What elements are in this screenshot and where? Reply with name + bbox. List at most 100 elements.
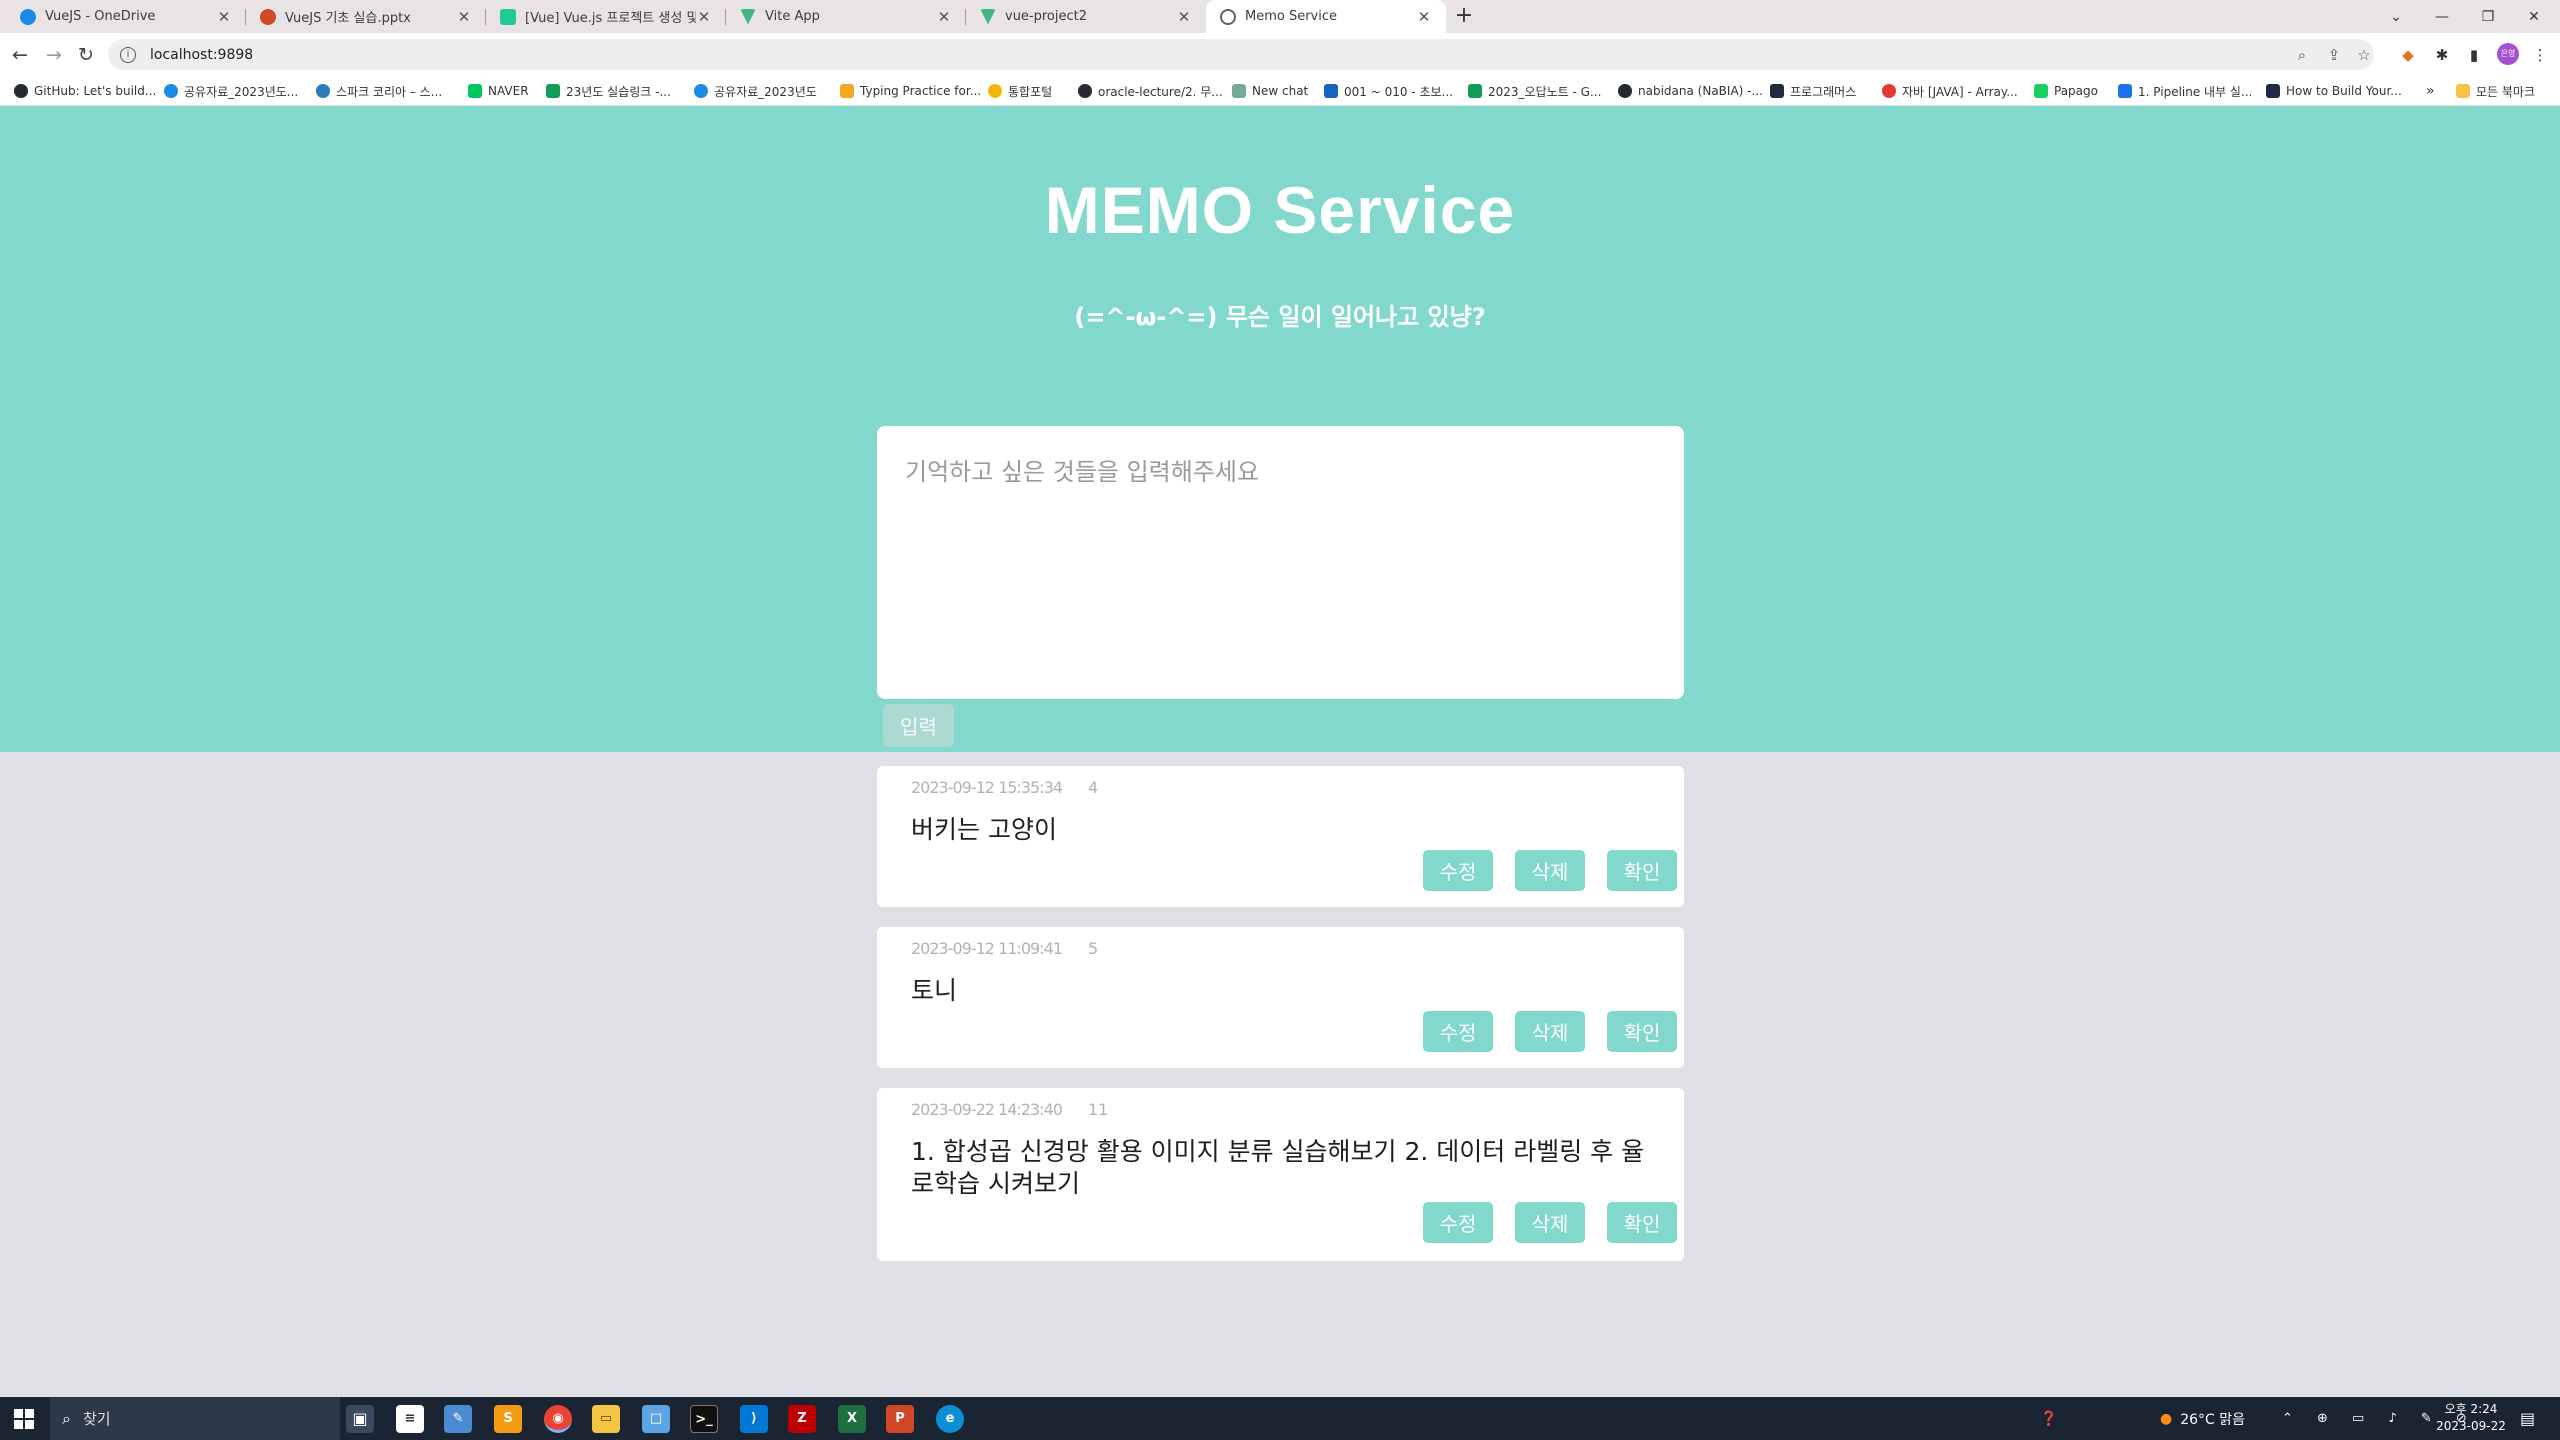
memo-card: 2023-09-22 14:23:40 11 1. 합성곱 신경망 활용 이미지 … [877,1088,1684,1261]
new-tab-button[interactable]: + [1451,4,1477,30]
velog-icon [500,8,516,25]
tab-memo-service[interactable]: Memo Service ✕ [1206,0,1446,33]
onedrive-icon [164,84,178,98]
delete-button[interactable]: 삭제 [1515,1011,1585,1052]
close-icon[interactable]: ✕ [216,8,232,26]
confirm-button[interactable]: 확인 [1607,850,1677,891]
taskbar-search[interactable]: ⌕ 찾기 [50,1397,340,1440]
edit-button[interactable]: 수정 [1423,850,1493,891]
back-icon[interactable]: ← [6,41,34,69]
url-text: localhost:9898 [150,46,254,63]
page-subtitle: (=^-ω-^=) 무슨 일이 일어나고 있냥? [1074,303,1486,331]
sheets-icon [546,84,560,98]
filezilla-icon[interactable]: Z [788,1405,816,1433]
reload-icon[interactable]: ↻ [72,41,100,69]
site-info-icon[interactable]: i [120,46,136,63]
tab-vuejs-pptx[interactable]: VueJS 기초 실습.pptx ✕ [246,0,486,33]
bookmark-papago[interactable]: Papago [2034,82,2098,100]
share-icon[interactable]: ⇪ [2324,45,2344,65]
bookmark-oracle-lecture[interactable]: oracle-lecture/2. 무... [1078,82,1223,100]
submit-button[interactable]: 입력 [883,704,954,747]
confirm-button[interactable]: 확인 [1607,1011,1677,1052]
bookmark-label: 공유자료_2023년도 [714,84,817,99]
edit-button[interactable]: 수정 [1423,1011,1493,1052]
bookmark-star-icon[interactable]: ☆ [2354,45,2374,65]
bookmark-typing-practice[interactable]: Typing Practice for... [840,82,981,100]
close-icon[interactable]: ✕ [456,8,472,26]
side-panel-icon[interactable]: ▮ [2464,45,2484,65]
bookmark-how-to-build[interactable]: How to Build Your... [2266,82,2402,100]
restore-button[interactable]: ❐ [2466,0,2510,33]
task-view-icon[interactable]: ▣ [346,1405,374,1433]
help-icon[interactable]: ❓ [2040,1397,2057,1440]
tab-vue-project2[interactable]: vue-project2 ✕ [966,0,1206,33]
metamask-icon[interactable]: ◆ [2398,45,2418,65]
edge-icon[interactable]: e [936,1405,964,1433]
close-icon[interactable]: ✕ [1176,8,1192,26]
bookmark-practice-links[interactable]: 23년도 실습링크 -... [546,82,671,100]
memo-date: 2023-09-12 15:35:34 [911,778,1063,797]
confirm-button[interactable]: 확인 [1607,1202,1677,1243]
clock[interactable]: 오후 2:24 2023-09-22 [2426,1401,2516,1435]
bookmarks-overflow-icon[interactable]: » [2426,82,2435,100]
bookmark-wrong-note[interactable]: 2023_오답노트 - G... [1468,82,1601,100]
memo-input[interactable] [877,426,1684,699]
window-app-icon[interactable]: □ [642,1405,670,1433]
notification-icon[interactable]: ▤ [2520,1397,2535,1440]
bookmarks-bar: GitHub: Let's build... 공유자료_2023년도... 스파… [0,76,2560,106]
memo-id: 11 [1087,1100,1109,1119]
bookmark-beginner-001[interactable]: 001 ~ 010 - 초보... [1324,82,1453,100]
file-explorer-icon[interactable]: ▭ [592,1405,620,1433]
delete-button[interactable]: 삭제 [1515,1202,1585,1243]
bookmark-label: How to Build Your... [2286,84,2402,98]
address-bar[interactable]: i localhost:9898 ⌕ ⇪ ☆ [108,39,2374,70]
bookmark-github[interactable]: GitHub: Let's build... [14,82,156,100]
forward-icon[interactable]: → [40,41,68,69]
vue-logo-icon [740,8,756,25]
bookmark-new-chat[interactable]: New chat [1232,82,1308,100]
weather-widget[interactable]: ● 26°C 맑음 [2160,1397,2245,1440]
notes-app-icon[interactable]: ✎ [444,1405,472,1433]
onedrive-icon [694,84,708,98]
excel-icon[interactable]: X [838,1405,866,1433]
notepad-icon[interactable]: ≡ [396,1405,424,1433]
bookmark-shared-2023[interactable]: 공유자료_2023년도... [164,82,298,100]
sublime-text-icon[interactable]: S [494,1405,522,1433]
terminal-icon[interactable]: >_ [690,1405,718,1433]
tab-vuejs-onedrive[interactable]: VueJS - OneDrive ✕ [6,0,246,33]
vscode-icon[interactable]: ⟩ [740,1405,768,1433]
extensions-icon[interactable]: ✱ [2432,45,2452,65]
powerpoint-icon[interactable]: P [886,1405,914,1433]
bookmark-label: 1. Pipeline 내부 실... [2138,84,2253,99]
windows-start-icon[interactable] [14,1409,34,1429]
bookmark-programmers[interactable]: 프로그래머스 [1770,82,1856,100]
close-icon[interactable]: ✕ [936,8,952,26]
menu-kebab-icon[interactable]: ⋮ [2530,45,2550,65]
profile-avatar[interactable]: 은영 [2497,43,2519,65]
bookmark-portal[interactable]: 통합포털 [988,82,1052,100]
tab-vue-project-blog[interactable]: [Vue] Vue.js 프로젝트 생성 및 기 ✕ [486,0,726,33]
memo-date: 2023-09-12 11:09:41 [911,939,1063,958]
close-window-button[interactable]: ✕ [2512,0,2556,33]
sun-icon: ● [2160,1410,2173,1427]
all-bookmarks-folder[interactable]: 모든 북마크 [2456,82,2535,100]
close-icon[interactable]: ✕ [696,8,712,26]
memo-card: 2023-09-12 15:35:34 4 버키는 고양이 수정 삭제 확인 [877,766,1684,907]
bookmark-label: 공유자료_2023년도... [184,84,299,99]
tab-vite-app[interactable]: Vite App ✕ [726,0,966,33]
tab-search-icon[interactable]: ⌄ [2374,0,2418,33]
minimize-button[interactable]: — [2420,0,2464,33]
zoom-icon[interactable]: ⌕ [2292,45,2312,65]
bookmark-shared-2023-b[interactable]: 공유자료_2023년도 [694,82,817,100]
edit-button[interactable]: 수정 [1423,1202,1493,1243]
bookmark-pipeline[interactable]: 1. Pipeline 내부 실... [2118,82,2252,100]
bookmark-nabidana[interactable]: nabidana (NaBIA) -... [1618,82,1763,100]
delete-button[interactable]: 삭제 [1515,850,1585,891]
chrome-icon[interactable]: ◉ [544,1405,572,1433]
memo-date: 2023-09-22 14:23:40 [911,1100,1063,1119]
bookmark-java-array[interactable]: 자바 [JAVA] - Array... [1882,82,2018,100]
close-icon[interactable]: ✕ [1416,8,1432,26]
bookmark-spark-korea[interactable]: 스파크 코리아 – 스... [316,82,442,100]
bookmark-naver[interactable]: NAVER [468,82,529,100]
bookmark-label: 프로그래머스 [1790,84,1857,99]
